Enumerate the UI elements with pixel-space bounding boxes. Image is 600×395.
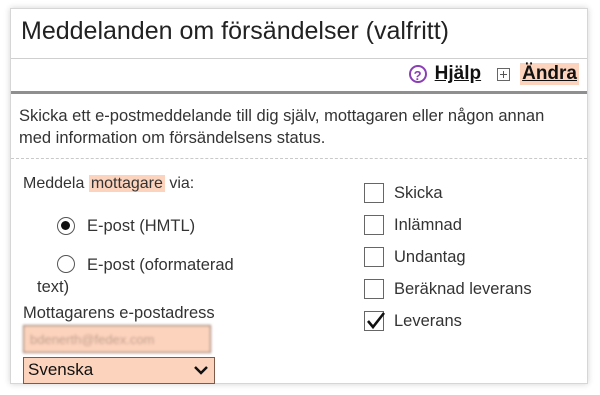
email-label: Mottagarens e-postadress (23, 304, 215, 322)
notify-suffix: via: (169, 175, 195, 192)
panel-links: ? Hjälp Ändra (408, 61, 579, 87)
checkbox-leverans[interactable] (364, 311, 386, 331)
event-skicka-label: Skicka (394, 183, 443, 202)
event-undantag[interactable]: Undantag (364, 244, 466, 270)
expand-icon[interactable] (497, 67, 511, 81)
event-beraknad-leverans[interactable]: Beräknad leverans (364, 276, 532, 302)
event-undantag-label: Undantag (394, 247, 466, 266)
checkbox-beraknad-leverans[interactable] (364, 279, 384, 299)
checkbox-inlamnad[interactable] (364, 215, 384, 235)
dashed-divider (11, 158, 587, 159)
description-text: Skicka ett e-postmeddelande till dig sjä… (19, 107, 545, 147)
email-input[interactable] (23, 325, 211, 353)
event-skicka[interactable]: Skicka (364, 180, 443, 206)
help-link[interactable]: Hjälp (435, 63, 481, 85)
radio-html[interactable] (57, 217, 75, 235)
event-inlamnad-label: Inlämnad (394, 215, 462, 234)
language-select[interactable]: Svenska (23, 357, 215, 384)
notify-recipient-highlight: mottagare (88, 175, 165, 192)
checkbox-undantag[interactable] (364, 247, 384, 267)
format-option-html[interactable]: E-post (HMTL) (23, 215, 323, 239)
notify-settings: Meddela mottagare via: E-post (HMTL) E-p… (23, 175, 353, 384)
shipment-notifications-panel: Meddelanden om försändelser (valfritt) ?… (10, 8, 588, 384)
event-leverans-label: Leverans (394, 311, 462, 330)
event-inlamnad[interactable]: Inlämnad (364, 212, 462, 238)
radio-plaintext-label-line2: text) (37, 278, 70, 296)
event-leverans[interactable]: Leverans (364, 308, 462, 334)
title-divider (11, 58, 587, 59)
language-selected: Svenska (28, 360, 94, 379)
format-option-plaintext[interactable]: E-post (oformaterad text) (23, 253, 343, 303)
panel-title: Meddelanden om försändelser (valfritt) (21, 17, 449, 45)
event-beraknad-leverans-label: Beräknad leverans (394, 279, 532, 298)
notify-label: Meddela mottagare via: (23, 175, 353, 193)
checkmark-icon (367, 312, 386, 330)
radio-plaintext-label-line1: E-post (oformaterad (87, 256, 234, 274)
radio-html-label: E-post (HMTL) (87, 217, 196, 235)
notify-prefix: Meddela (23, 175, 85, 192)
checkbox-skicka[interactable] (364, 183, 384, 203)
section-band (11, 91, 587, 94)
edit-link[interactable]: Ändra (520, 63, 579, 85)
help-icon[interactable]: ? (408, 65, 427, 83)
radio-plaintext[interactable] (57, 255, 75, 273)
chevron-down-icon (194, 366, 208, 375)
